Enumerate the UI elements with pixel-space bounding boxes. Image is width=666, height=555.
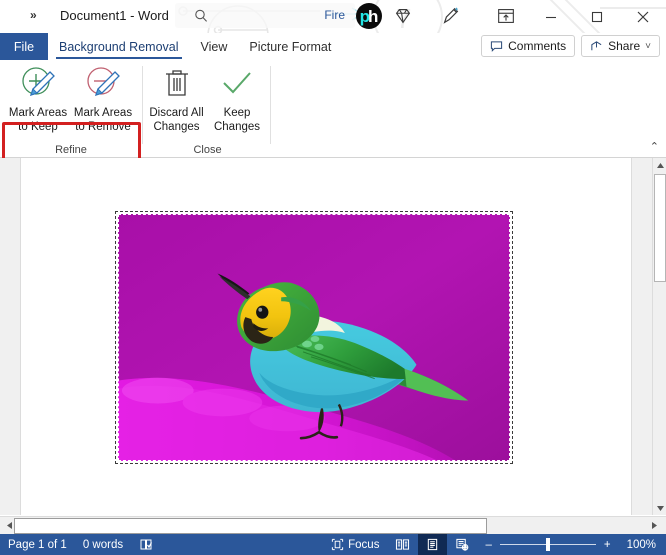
selected-image-frame[interactable] <box>115 211 513 464</box>
focus-label: Focus <box>348 538 380 551</box>
zoom-slider[interactable] <box>499 534 596 555</box>
triangle-left-icon <box>7 522 12 529</box>
read-mode-icon <box>396 539 410 550</box>
quick-access-overflow-icon[interactable]: » <box>30 8 37 22</box>
zoom-level[interactable]: 100% <box>619 534 666 555</box>
maximize-button[interactable] <box>574 0 620 33</box>
word-window: 7 » Document1 - Word Fire ph File Backgr… <box>0 0 666 555</box>
minimize-icon <box>546 16 556 18</box>
document-page[interactable] <box>20 158 632 515</box>
share-icon <box>591 40 602 50</box>
ribbon-group-label-refine: Refine <box>55 144 87 156</box>
mark-areas-to-remove-icon <box>87 67 120 97</box>
zoom-in-button[interactable]: + <box>596 534 619 555</box>
zoom-slider-thumb[interactable] <box>545 538 550 551</box>
collapse-ribbon-icon[interactable]: ⌃ <box>650 140 659 153</box>
mark-areas-to-remove-button[interactable]: Mark Areas to Remove <box>70 64 136 138</box>
word-count[interactable]: 0 words <box>75 534 131 555</box>
comments-button[interactable]: Comments <box>481 35 576 57</box>
document-title: Document1 - Word <box>60 8 169 23</box>
ribbon-display-options-icon[interactable] <box>495 5 517 27</box>
web-layout-button[interactable] <box>447 534 477 555</box>
ribbon-group-close: Discard All Changes Keep Changes Close <box>145 60 270 157</box>
horizontal-scrollbar[interactable] <box>0 516 666 534</box>
tab-view[interactable]: View <box>190 33 239 60</box>
close-button[interactable] <box>620 0 666 33</box>
discard-all-changes-label: Discard All Changes <box>149 107 204 133</box>
triangle-up-icon <box>656 162 664 168</box>
read-mode-button[interactable] <box>387 534 418 555</box>
mark-areas-to-remove-label: Mark Areas to Remove <box>73 107 133 133</box>
zoom-out-button[interactable]: – <box>477 534 499 555</box>
bird-image-content <box>118 214 510 461</box>
minimize-button[interactable] <box>528 0 574 33</box>
page-indicator[interactable]: Page 1 of 1 <box>0 534 75 555</box>
window-controls <box>528 0 666 33</box>
scroll-right-button[interactable] <box>647 518 662 533</box>
triangle-right-icon <box>652 522 657 529</box>
scroll-up-button[interactable] <box>653 158 666 172</box>
triangle-down-icon <box>656 505 664 511</box>
print-layout-icon <box>428 538 438 551</box>
share-button[interactable]: Share ˅ <box>581 35 660 57</box>
ribbon-group-refine: Mark Areas to Keep Mark Areas to Remove Re… <box>0 60 142 157</box>
maximize-icon <box>591 11 603 22</box>
focus-icon <box>332 538 344 551</box>
tab-right-actions: Comments Share ˅ <box>481 35 660 57</box>
discard-all-changes-button[interactable]: Discard All Changes <box>145 64 208 138</box>
tab-background-removal[interactable]: Background Removal <box>48 33 190 60</box>
document-canvas <box>0 158 652 515</box>
web-layout-icon <box>456 538 469 551</box>
mark-areas-to-keep-icon <box>22 67 55 97</box>
status-bar: Page 1 of 1 0 words Focus – + 100% <box>0 534 666 555</box>
app-brand-logo: ph <box>356 3 382 29</box>
ribbon-group-label-close: Close <box>193 144 222 156</box>
horizontal-scroll-thumb[interactable] <box>14 518 487 534</box>
tab-file[interactable]: File <box>0 33 48 60</box>
ribbon-group-separator-2 <box>270 66 271 144</box>
scroll-down-button[interactable] <box>653 501 666 515</box>
ribbon-group-separator-1 <box>142 66 143 144</box>
share-label: Share <box>608 39 641 53</box>
title-bar: 7 » Document1 - Word Fire ph <box>0 0 666 33</box>
focus-button[interactable]: Focus <box>323 534 387 555</box>
mark-areas-to-keep-button[interactable]: Mark Areas to Keep <box>5 64 71 138</box>
chevron-down-icon[interactable]: ˅ <box>645 41 651 52</box>
search-icon <box>195 9 207 22</box>
comment-icon <box>490 40 503 52</box>
keep-changes-label: Keep Changes <box>213 107 261 133</box>
logo-right-letter: h <box>368 6 379 26</box>
bird-image[interactable] <box>118 214 510 461</box>
vertical-scrollbar[interactable] <box>652 158 666 515</box>
close-icon <box>637 11 649 22</box>
print-layout-button[interactable] <box>418 534 448 555</box>
tab-picture-format[interactable]: Picture Format <box>238 33 342 60</box>
ribbon-tab-strip: File Background Removal View Picture For… <box>0 33 666 60</box>
proofing-errors-button[interactable] <box>131 534 161 555</box>
proofing-errors-icon <box>140 539 153 549</box>
search-box[interactable]: Fire <box>175 3 355 28</box>
pen-editor-icon[interactable] <box>440 5 462 27</box>
trash-icon <box>165 70 188 96</box>
ribbon: Mark Areas to Keep Mark Areas to Remove Re… <box>0 60 666 200</box>
diamond-icon[interactable] <box>392 5 414 27</box>
search-text[interactable]: Fire <box>324 8 345 22</box>
mark-areas-to-keep-label: Mark Areas to Keep <box>8 107 68 133</box>
keep-changes-button[interactable]: Keep Changes <box>207 64 267 138</box>
comments-label: Comments <box>508 39 567 53</box>
checkmark-icon <box>223 72 251 94</box>
vertical-scroll-thumb[interactable] <box>654 174 666 282</box>
